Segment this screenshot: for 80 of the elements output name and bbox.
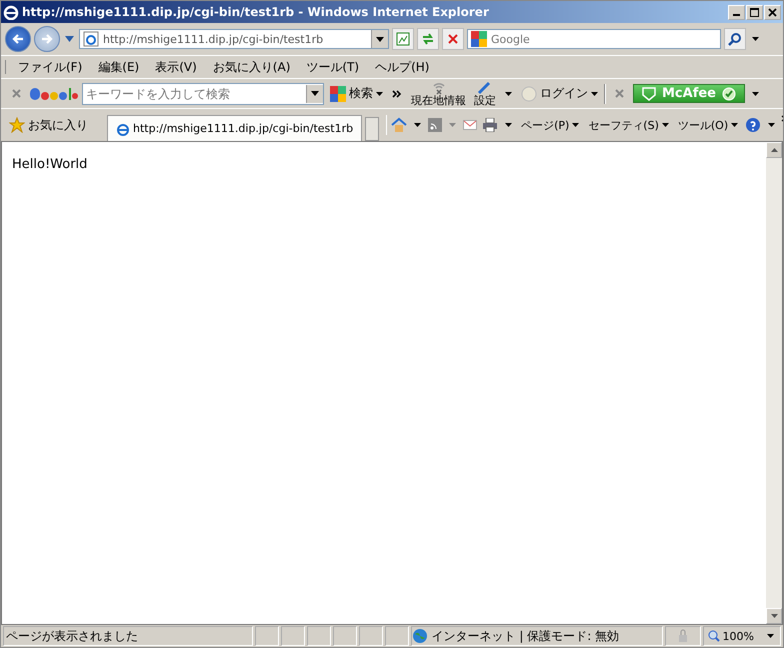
menu-item[interactable]: ツール(T) bbox=[300, 58, 366, 76]
caret-icon[interactable] bbox=[752, 92, 759, 96]
printer-icon[interactable] bbox=[482, 118, 498, 132]
chevron-icon[interactable] bbox=[392, 90, 402, 98]
menu-item[interactable]: ファイル(F) bbox=[12, 58, 88, 76]
caret-icon bbox=[767, 634, 774, 638]
caret-icon bbox=[731, 123, 738, 127]
help-icon[interactable] bbox=[745, 117, 762, 133]
chart-icon bbox=[396, 32, 410, 46]
dropdown-button[interactable] bbox=[306, 84, 323, 102]
maximize-button[interactable] bbox=[746, 4, 763, 20]
back-button[interactable] bbox=[5, 26, 31, 52]
arrow-icon bbox=[40, 32, 54, 46]
page-text: Hello!World bbox=[12, 157, 88, 172]
location-button[interactable]: 現在地情報 bbox=[409, 80, 468, 106]
home-icon[interactable] bbox=[391, 117, 408, 133]
refresh-icon bbox=[421, 32, 435, 46]
signal-icon bbox=[432, 80, 446, 94]
caret-icon[interactable] bbox=[414, 123, 422, 127]
scroll-down-icon[interactable] bbox=[770, 614, 778, 618]
stop-button[interactable] bbox=[442, 28, 464, 50]
caret-icon bbox=[311, 91, 319, 96]
search-button[interactable]: 検索 bbox=[328, 85, 385, 102]
page-icon bbox=[116, 122, 130, 136]
circle-icon bbox=[521, 86, 537, 102]
wrench-icon bbox=[477, 80, 493, 94]
command-button[interactable]: ツール(O) bbox=[674, 118, 742, 132]
window-title: http://mshige1111.dip.jp/cgi-bin/test1rb - Windows Internet Explorer bbox=[22, 5, 490, 19]
scrollbar[interactable] bbox=[766, 142, 782, 624]
search-button[interactable] bbox=[724, 28, 746, 50]
caret-icon[interactable] bbox=[505, 92, 512, 96]
browser-tab[interactable]: http://mshige1111.dip.jp/cgi-bin/test1rb bbox=[107, 115, 362, 141]
arrow-icon bbox=[11, 32, 25, 46]
address-box[interactable]: http://mshige1111.dip.jp/cgi-bin/test1rb bbox=[79, 29, 389, 49]
caret-icon[interactable] bbox=[505, 123, 512, 127]
minimize-button[interactable] bbox=[728, 4, 745, 20]
command-button[interactable]: ページ(P) bbox=[518, 118, 582, 132]
menu-item[interactable]: 編集(E) bbox=[92, 58, 146, 76]
menu-item[interactable]: ヘルプ(H) bbox=[369, 58, 436, 76]
magnifier-icon bbox=[708, 630, 720, 642]
settings-button[interactable]: 設定 bbox=[472, 80, 498, 106]
dropdown-button[interactable] bbox=[371, 30, 388, 48]
login-button[interactable]: ログイン bbox=[519, 85, 600, 102]
globe-icon bbox=[412, 628, 428, 644]
close-icon bbox=[768, 8, 777, 16]
caret-icon bbox=[572, 123, 580, 127]
star-icon bbox=[9, 117, 25, 133]
page-icon bbox=[83, 31, 99, 47]
menu-item[interactable]: 表示(V) bbox=[149, 58, 203, 76]
command-button[interactable]: セーフティ(S) bbox=[585, 118, 672, 132]
compatibility-button[interactable] bbox=[392, 28, 414, 50]
caret-icon[interactable] bbox=[768, 123, 776, 127]
shield-icon bbox=[642, 86, 656, 100]
search-box[interactable]: Google bbox=[467, 29, 721, 49]
caret-icon bbox=[376, 92, 383, 96]
mail-icon[interactable] bbox=[463, 119, 478, 131]
browser-logo-icon bbox=[3, 4, 19, 20]
caret-icon[interactable] bbox=[752, 37, 759, 41]
stop-icon bbox=[446, 32, 460, 46]
feed-icon[interactable] bbox=[428, 118, 442, 132]
google-icon bbox=[471, 31, 487, 47]
search-icon bbox=[728, 32, 742, 46]
status-message: ページが表示されました bbox=[3, 626, 253, 646]
menu-item[interactable]: お気に入り(A) bbox=[206, 58, 296, 76]
google-icon bbox=[330, 86, 346, 102]
search-box[interactable]: キーワードを入力して検索 bbox=[82, 82, 324, 104]
search-input[interactable]: Google bbox=[491, 32, 720, 46]
caret-icon bbox=[662, 123, 669, 127]
check-icon bbox=[722, 86, 736, 100]
close-button[interactable] bbox=[764, 4, 781, 20]
caret-icon bbox=[376, 36, 384, 42]
favorites-button[interactable]: お気に入り bbox=[7, 116, 90, 134]
caret-icon bbox=[591, 92, 598, 96]
scroll-up-icon[interactable] bbox=[770, 148, 778, 152]
zoom-button[interactable]: 100% bbox=[702, 626, 781, 646]
maximize-icon bbox=[750, 8, 759, 16]
forward-button[interactable] bbox=[34, 26, 60, 52]
refresh-button[interactable] bbox=[417, 28, 439, 50]
address-input[interactable]: http://mshige1111.dip.jp/cgi-bin/test1rb bbox=[103, 32, 367, 46]
zone-text: インターネット | 保護モード: 無効 bbox=[432, 628, 620, 644]
